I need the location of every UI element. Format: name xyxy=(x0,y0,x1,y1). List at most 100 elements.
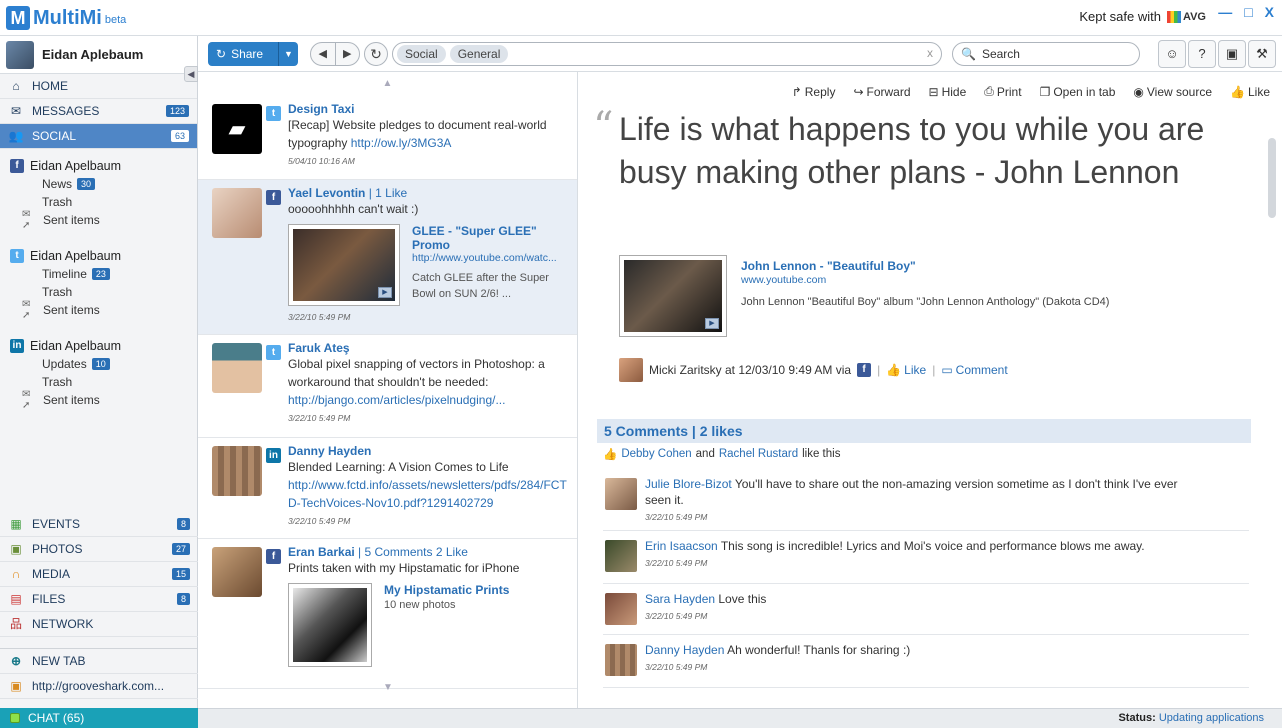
nav-grooveshark-label: http://grooveshark.com... xyxy=(32,679,165,693)
feed-author[interactable]: Yael Levontin | 1 Like xyxy=(288,186,567,200)
clear-breadcrumb-icon[interactable]: x xyxy=(927,46,933,60)
forward-button[interactable]: ▶ xyxy=(336,43,360,65)
nav-media[interactable]: ∩ MEDIA 15 xyxy=(0,562,198,587)
help-icon[interactable]: ? xyxy=(1188,40,1216,68)
open-in-tab-button[interactable]: ❐ Open in tab xyxy=(1040,84,1116,99)
scrollbar[interactable] xyxy=(1268,98,1276,698)
account-header[interactable]: t Eidan Apelbaum xyxy=(0,247,197,265)
comment-text: Erin Isaacson This song is incredible! L… xyxy=(645,539,1145,553)
nav-photos[interactable]: ▣ PHOTOS 27 xyxy=(0,537,198,562)
view-source-button[interactable]: ◉ View source xyxy=(1133,84,1212,99)
embedded-video[interactable]: ▶ GLEE - "Super GLEE" Promo http://www.y… xyxy=(288,224,567,306)
list-item[interactable]: f Eran Barkai | 5 Comments 2 Like Prints… xyxy=(198,539,577,689)
account-item-updates[interactable]: Updates 10 xyxy=(0,355,197,373)
nav-files[interactable]: ▤ FILES 8 xyxy=(0,587,198,612)
breadcrumb[interactable]: Social General x xyxy=(392,42,942,66)
minimize-button[interactable]: — xyxy=(1218,4,1232,20)
feed-author[interactable]: Faruk Ateş xyxy=(288,341,567,355)
reply-button[interactable]: ↱ Reply xyxy=(792,84,836,99)
status-text: Status: Updating applications xyxy=(1118,712,1264,724)
feed-author[interactable]: Design Taxi xyxy=(288,102,567,116)
breadcrumb-general[interactable]: General xyxy=(449,45,509,63)
account-item-sent[interactable]: ✉➚ Sent items xyxy=(0,389,197,411)
network-icon: 品 xyxy=(9,617,22,631)
maximize-button[interactable]: □ xyxy=(1244,4,1252,20)
embedded-album[interactable]: My Hipstamatic Prints 10 new photos xyxy=(288,583,567,667)
embed-title[interactable]: GLEE - "Super GLEE" Promo xyxy=(412,224,567,252)
settings-icon[interactable]: ⚒ xyxy=(1248,40,1276,68)
title-bar: M MultiMi beta Kept safe with AVG — □ X xyxy=(0,0,1282,36)
account-item-timeline[interactable]: Timeline 23 xyxy=(0,265,197,283)
feed-author[interactable]: Eran Barkai | 5 Comments 2 Like xyxy=(288,545,567,559)
twitter-icon: t xyxy=(10,249,24,263)
comments-header[interactable]: 5 Comments | 2 likes xyxy=(597,419,1251,443)
video-thumbnail[interactable]: ▶ xyxy=(288,224,400,306)
share-button[interactable]: ↻ Share ▼ xyxy=(208,42,298,66)
quote-icon: “ xyxy=(593,104,614,150)
embed-title[interactable]: My Hipstamatic Prints xyxy=(384,583,509,597)
comment-author[interactable]: Julie Blore-Bizot xyxy=(645,477,732,491)
nav-social[interactable]: 👥 SOCIAL 63 xyxy=(0,124,197,149)
status-bar: Status: Updating applications xyxy=(198,708,1282,728)
nav-messages-label: MESSAGES xyxy=(32,104,100,118)
photo-icon: ▣ xyxy=(10,542,22,556)
nav-new-tab[interactable]: ⊕ NEW TAB xyxy=(0,649,198,674)
account-header[interactable]: f Eidan Apelbaum xyxy=(0,157,197,175)
nav-grooveshark-tab[interactable]: ▣ http://grooveshark.com... xyxy=(0,674,198,699)
scrollbar-thumb[interactable] xyxy=(1268,138,1276,218)
embed-title[interactable]: John Lennon - "Beautiful Boy" xyxy=(741,259,1109,273)
feed-time: 3/22/10 5:49 PM xyxy=(288,413,351,423)
comment-author[interactable]: Sara Hayden xyxy=(645,592,715,606)
list-item[interactable]: t Faruk Ateş Global pixel snapping of ve… xyxy=(198,335,577,438)
list-item[interactable]: f Yael Levontin | 1 Like ooooohhhhh can'… xyxy=(198,180,577,335)
chevron-down-icon[interactable]: ▼ xyxy=(278,42,298,66)
search-input[interactable]: 🔍 Search xyxy=(952,42,1140,66)
app-name: MultiMi xyxy=(33,7,102,29)
nav-messages[interactable]: ✉ MESSAGES 123 xyxy=(0,99,197,124)
account-item-sent[interactable]: ✉➚ Sent items xyxy=(0,209,197,231)
embedded-video[interactable]: ▶ John Lennon - "Beautiful Boy" www.yout… xyxy=(619,255,1109,337)
breadcrumb-social[interactable]: Social xyxy=(397,45,446,63)
chat-bar[interactable]: CHAT (65) xyxy=(0,708,198,728)
forward-button[interactable]: ↪ Forward xyxy=(853,84,910,99)
account-header[interactable]: in Eidan Apelbaum xyxy=(0,337,197,355)
close-button[interactable]: X xyxy=(1265,4,1274,20)
account-item-news[interactable]: News 30 xyxy=(0,175,197,193)
nav-network[interactable]: 品 NETWORK xyxy=(0,612,198,637)
feed-link[interactable]: http://ow.ly/3MG3A xyxy=(351,136,452,150)
feed-link[interactable]: http://www.fctd.info/assets/newsletters/… xyxy=(288,476,567,512)
print-button[interactable]: ⎙ Print xyxy=(984,84,1021,99)
hide-button[interactable]: ⊟ Hide xyxy=(929,84,967,99)
profile-name: Eidan Aplebaum xyxy=(42,47,144,62)
account-item-sent[interactable]: ✉➚ Sent items xyxy=(0,299,197,321)
separator: | xyxy=(877,363,881,377)
embed-url[interactable]: www.youtube.com xyxy=(741,274,1109,286)
contacts-icon[interactable]: ▣ xyxy=(1218,40,1246,68)
video-thumbnail[interactable]: ▶ xyxy=(619,255,727,337)
smiley-icon[interactable]: ☺ xyxy=(1158,40,1186,68)
feed-author[interactable]: Danny Hayden xyxy=(288,444,567,458)
scroll-down-icon[interactable]: ▼ xyxy=(198,676,577,700)
nav-home[interactable]: ⌂ HOME xyxy=(0,74,197,99)
back-button[interactable]: ◀ xyxy=(311,43,336,65)
nav-events[interactable]: ▦ EVENTS 8 xyxy=(0,512,198,537)
feed-link[interactable]: http://bjango.com/articles/pixelnudging/… xyxy=(288,391,567,409)
list-item[interactable]: in Danny Hayden Blended Learning: A Visi… xyxy=(198,438,577,539)
nav-media-label: MEDIA xyxy=(32,567,71,581)
liker-link[interactable]: Debby Cohen xyxy=(621,448,691,460)
comment-author[interactable]: Erin Isaacson xyxy=(645,539,718,553)
nav-files-label: FILES xyxy=(32,592,66,606)
comment-author[interactable]: Danny Hayden xyxy=(645,643,724,657)
embed-url[interactable]: http://www.youtube.com/watc... xyxy=(412,252,567,264)
album-thumbnail[interactable] xyxy=(288,583,372,667)
like-button[interactable]: 👍 Like xyxy=(1230,84,1270,99)
refresh-button[interactable]: ↻ xyxy=(364,42,388,66)
profile-header[interactable]: Eidan Aplebaum xyxy=(0,36,197,74)
facebook-icon: f xyxy=(857,363,872,377)
facebook-icon: f xyxy=(10,159,24,173)
like-link[interactable]: 👍 Like xyxy=(886,363,926,377)
list-item[interactable]: ▰ t Design Taxi [Recap] Website pledges … xyxy=(198,96,577,180)
liker-link[interactable]: Rachel Rustard xyxy=(719,448,798,460)
comment-link[interactable]: ▭ Comment xyxy=(941,363,1007,377)
scroll-up-icon[interactable]: ▲ xyxy=(198,72,577,96)
